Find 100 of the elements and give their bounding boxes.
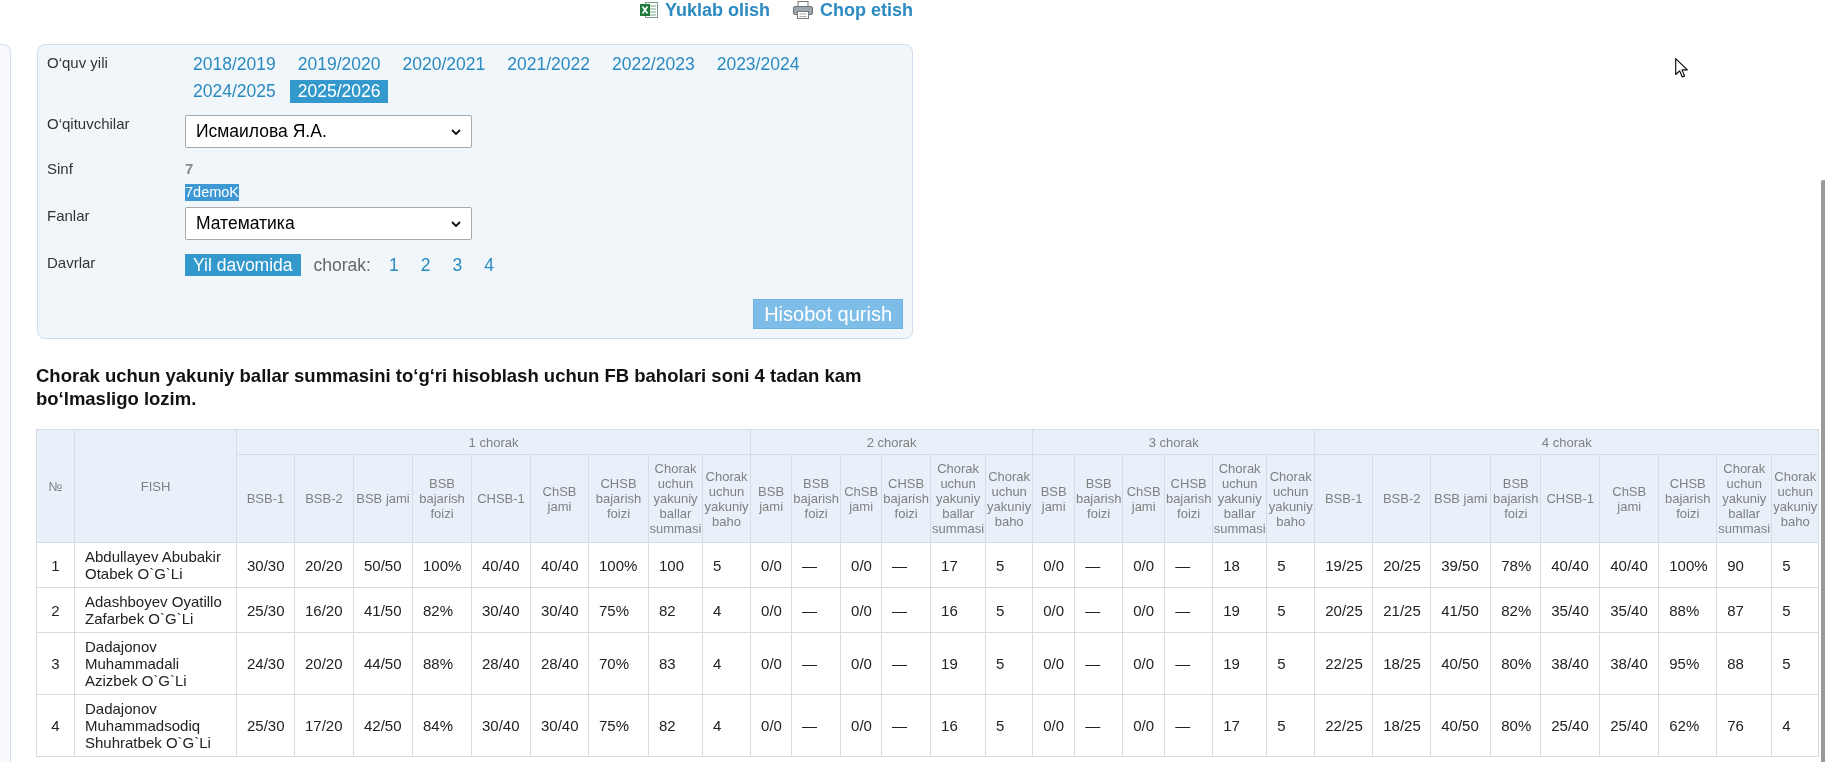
table-cell: 90 [1716, 542, 1772, 588]
table-cell: 18/25 [1372, 694, 1431, 757]
table-cell: 70% [588, 632, 649, 695]
column-header: Chorak uchun yakuniy baho [985, 454, 1033, 543]
table-cell: 5 [1771, 632, 1819, 695]
print-link[interactable]: Chop etish [793, 0, 913, 20]
column-header: Chorak uchun yakuniy baho [702, 454, 751, 543]
year-tab[interactable]: 2019/2020 [289, 53, 389, 76]
printer-icon [793, 1, 813, 19]
table-cell: 87 [1716, 587, 1772, 633]
table-cell: 0/0 [750, 542, 792, 588]
table-cell: Dadajonov Muhammadsodiq Shuhratbek O`G`Li [74, 694, 237, 757]
column-header: BSB jami [750, 454, 792, 543]
scrollbar-thumb[interactable] [1821, 180, 1825, 762]
table-cell: 38/40 [1599, 632, 1659, 695]
column-header: Chorak uchun yakuniy ballar summasi [1212, 454, 1267, 543]
table-cell: 5 [1771, 542, 1819, 588]
year-tab[interactable]: 2021/2022 [499, 53, 598, 76]
table-cell: — [881, 694, 931, 757]
column-header: CHSB-1 [1540, 454, 1600, 543]
teacher-dropdown[interactable]: Исмаилова Я.А. [185, 115, 472, 148]
quarter-tab[interactable]: 4 [476, 254, 502, 276]
table-cell: Abdullayev Abubakir Otabek O`G`Li [74, 542, 237, 588]
table-cell: — [791, 587, 841, 633]
column-header: CHSB bajarish foizi [588, 454, 649, 543]
table-cell: 24/30 [236, 632, 295, 695]
year-tab[interactable]: 2024/2025 [185, 80, 284, 103]
column-group-header: 1 chorak [236, 429, 751, 455]
table-cell: 82 [648, 694, 703, 757]
table-cell: 84% [412, 694, 472, 757]
table-cell: 20/25 [1314, 587, 1373, 633]
table-cell: 82% [412, 587, 472, 633]
field-label: O‘qituvchilar [47, 115, 131, 133]
table-cell: 88% [1658, 587, 1717, 633]
table-cell: 0/0 [1122, 632, 1165, 695]
table-cell: 5 [1266, 587, 1315, 633]
table-cell: 0/0 [750, 587, 792, 633]
column-header: CHSB bajarish foizi [881, 454, 931, 543]
table-cell: 0/0 [1122, 542, 1165, 588]
year-tab[interactable]: 2022/2023 [603, 53, 703, 76]
table-cell: 20/20 [294, 542, 354, 588]
column-header: BSB bajarish foizi [412, 454, 472, 543]
table-cell: 95% [1658, 632, 1717, 695]
table-cell: 0/0 [1032, 587, 1075, 633]
table-cell: 80% [1490, 694, 1541, 757]
table-cell: 18/25 [1372, 632, 1431, 695]
year-tab[interactable]: 2023/2024 [708, 53, 808, 76]
table-cell: 0/0 [1032, 632, 1075, 695]
table-cell: 16 [930, 694, 986, 757]
table-cell: 4 [36, 694, 75, 757]
column-header: CHSB bajarish foizi [1164, 454, 1213, 543]
spreadsheet-icon [639, 1, 658, 19]
column-header: Chorak uchun yakuniy baho [1771, 454, 1819, 543]
table-cell: 17/20 [294, 694, 354, 757]
year-tab[interactable]: 2025/2026 [289, 80, 389, 103]
column-header: BSB jami [1032, 454, 1075, 543]
table-cell: 25/30 [236, 694, 295, 757]
download-link[interactable]: Yuklab olish [639, 0, 770, 20]
table-cell: 16 [930, 587, 986, 633]
table-cell: 17 [1212, 694, 1267, 757]
subject-dropdown[interactable]: Математика [185, 207, 472, 240]
table-cell: 78% [1490, 542, 1541, 588]
table-cell: 0/0 [840, 587, 882, 633]
table-cell: 4 [1771, 694, 1819, 757]
table-cell: — [791, 542, 841, 588]
field-label: Davrlar [47, 254, 97, 272]
table-cell: — [1074, 542, 1123, 588]
table-cell: 38/40 [1540, 632, 1600, 695]
column-header: BSB-1 [1314, 454, 1373, 543]
table-cell: 40/40 [530, 542, 589, 588]
table-cell: 5 [702, 542, 751, 588]
period-tab[interactable]: Yil davomida [185, 254, 301, 276]
year-tab[interactable]: 2018/2019 [185, 53, 284, 76]
table-cell: 4 [702, 632, 751, 695]
year-tab[interactable]: 2020/2021 [394, 53, 494, 76]
table-cell: 28/40 [471, 632, 531, 695]
table-cell: 5 [985, 542, 1033, 588]
table-cell: 19 [930, 632, 986, 695]
table-cell: 41/50 [353, 587, 413, 633]
table-cell: 50/50 [353, 542, 413, 588]
table-cell: 5 [985, 632, 1033, 695]
quarter-tab[interactable]: 3 [444, 254, 471, 276]
table-cell: 0/0 [1122, 587, 1165, 633]
table-cell: 40/50 [1430, 632, 1491, 695]
table-cell: 30/40 [471, 694, 531, 757]
quarter-tab[interactable]: 1 [380, 254, 407, 276]
table-cell: 88% [412, 632, 472, 695]
table-cell: 22/25 [1314, 632, 1373, 695]
table-cell: 5 [985, 694, 1033, 757]
column-header: BSB jami [353, 454, 413, 543]
column-header: ChSB jami [1122, 454, 1165, 543]
class-name: 7demoK [185, 184, 239, 201]
table-cell: 76 [1716, 694, 1772, 757]
table-cell: 17 [930, 542, 986, 588]
table-cell: 4 [702, 587, 751, 633]
build-report-button[interactable]: Hisobot qurish [753, 299, 903, 329]
table-cell: 20/20 [294, 632, 354, 695]
table-cell: — [1164, 587, 1213, 633]
quarter-tab[interactable]: 2 [412, 254, 439, 276]
table-cell: 80% [1490, 632, 1541, 695]
